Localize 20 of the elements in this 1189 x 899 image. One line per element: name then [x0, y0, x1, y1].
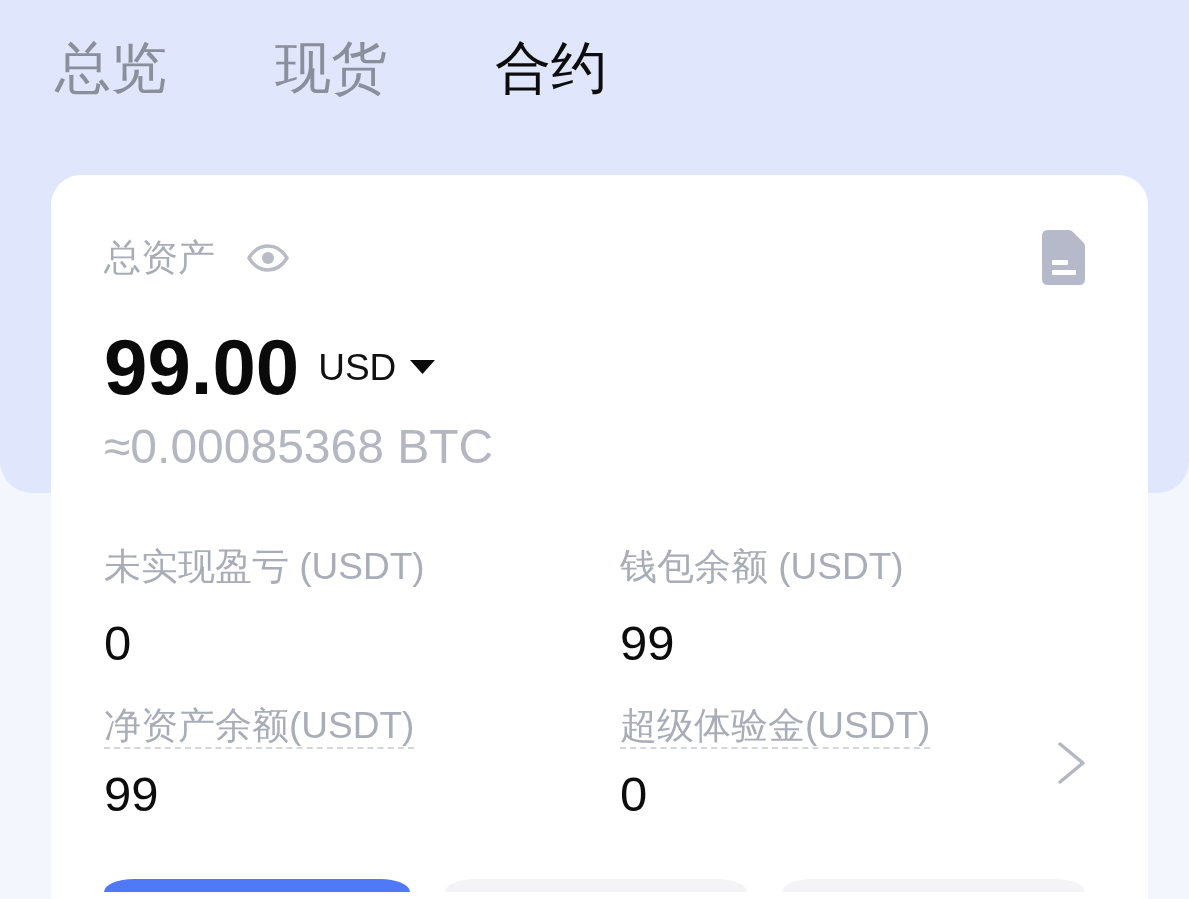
- action-button[interactable]: [104, 879, 410, 892]
- tab[interactable]: 合约: [495, 36, 607, 100]
- chevron-right-icon[interactable]: [1058, 742, 1085, 784]
- currency-selector[interactable]: USD: [318, 346, 397, 388]
- metric-label[interactable]: 净资产余额(USDT): [104, 705, 415, 749]
- metric-value: 0: [620, 768, 649, 821]
- metric-label: 未实现盈亏 (USDT): [104, 546, 425, 588]
- btc-equivalent: ≈0.00085368 BTC: [104, 420, 495, 474]
- tab[interactable]: 总览: [55, 36, 167, 100]
- total-amount: 99.00: [104, 328, 300, 406]
- metric-label: 钱包余额 (USDT): [620, 546, 904, 588]
- metric-label[interactable]: 超级体验金(USDT): [620, 705, 931, 749]
- tab[interactable]: 现货: [275, 36, 387, 100]
- document-icon[interactable]: [1042, 230, 1085, 285]
- metric-value: 99: [104, 768, 160, 821]
- metric-value: 0: [104, 617, 133, 670]
- eye-icon[interactable]: [247, 243, 289, 272]
- total-assets-label: 总资产: [104, 236, 215, 279]
- metric-value: 99: [620, 617, 676, 670]
- caret-down-icon[interactable]: [410, 360, 436, 374]
